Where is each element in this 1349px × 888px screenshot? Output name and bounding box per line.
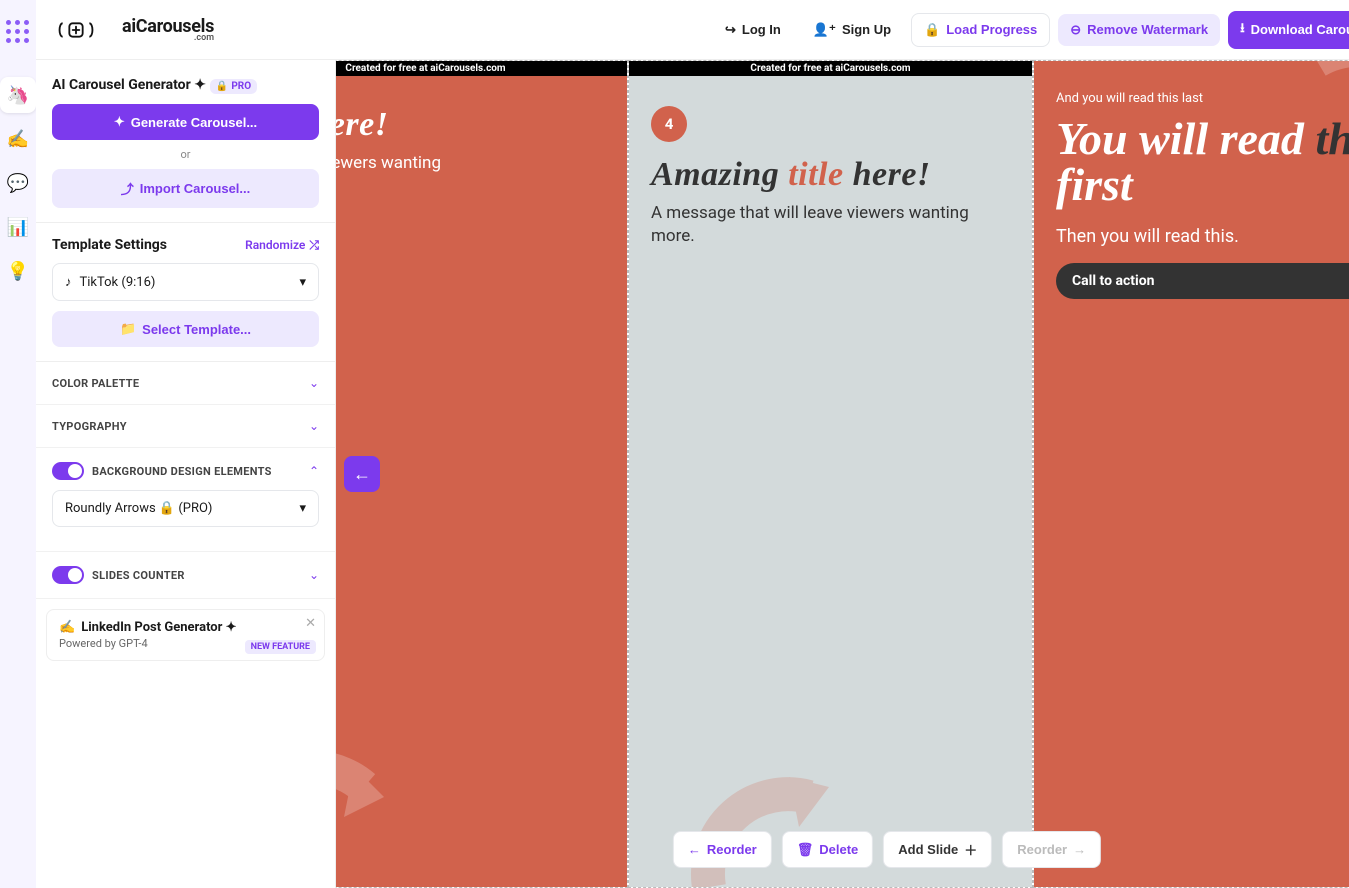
or-divider: or: [52, 148, 319, 161]
prev-slide-button[interactable]: ←: [344, 456, 380, 492]
chevron-down-icon: ⌄: [309, 568, 319, 582]
left-rail: 🦄 ✍️ 💬 📊 💡: [0, 0, 36, 888]
shuffle-icon: ⤮: [309, 238, 319, 253]
accordion-bg-elements: BACKGROUND DESIGN ELEMENTS ⌃ Roundly Arr…: [36, 448, 335, 552]
delete-slide-button[interactable]: 🗑Delete: [782, 831, 874, 868]
download-icon: ⭳: [1240, 19, 1245, 41]
rail-item-2[interactable]: 💬: [0, 165, 36, 201]
rail-item-3[interactable]: 📊: [0, 209, 36, 245]
grip-icon[interactable]: [6, 20, 30, 44]
sidebar: AI Carousel Generator ✦ 🔒PRO ✦Generate C…: [36, 60, 336, 888]
login-icon: ↪: [725, 22, 736, 38]
arrow-deco-icon: [336, 727, 414, 887]
slide-toolbar: ←Reorder 🗑Delete Add Slide＋ Reorder→: [673, 831, 1101, 868]
template-settings-title: Template Settings: [52, 237, 167, 253]
cta-button[interactable]: Call to action: [1056, 263, 1349, 299]
arrow-deco-icon: [1267, 61, 1349, 221]
reorder-left-button[interactable]: ←Reorder: [673, 831, 772, 868]
reorder-right-button[interactable]: Reorder→: [1002, 831, 1101, 868]
pro-badge: 🔒PRO: [210, 79, 257, 94]
topbar: aiCarousels .com ↪Log In 👤⁺Sign Up 🔒Load…: [36, 0, 1349, 60]
canvas: ← → Created for free at aiCarousels.com …: [336, 60, 1349, 888]
slide-title: Amazing title here!: [651, 156, 1010, 194]
remove-icon: ⊖: [1070, 22, 1081, 38]
pencil-emoji-icon: ✍️: [59, 620, 75, 635]
folder-icon: 📁: [120, 321, 136, 337]
aspect-ratio-select[interactable]: ♪ TikTok (9:16) ▾: [52, 263, 319, 301]
rail-item-0[interactable]: 🦄: [0, 77, 36, 113]
trash-icon: 🗑: [797, 842, 814, 858]
chevron-down-icon: ▾: [299, 275, 306, 290]
bg-element-value: Roundly Arrows 🔒 (PRO): [65, 501, 212, 516]
chevron-down-icon: ⌄: [309, 419, 319, 433]
arrow-right-icon: →: [1073, 842, 1086, 857]
upload-icon: ⤴: [121, 179, 134, 198]
lock-icon: 🔒: [924, 22, 940, 38]
accordion-slides-counter[interactable]: SLIDES COUNTER ⌄: [36, 552, 335, 599]
rail-item-4[interactable]: 💡: [0, 253, 36, 289]
generate-carousel-button[interactable]: ✦Generate Carousel...: [52, 104, 319, 140]
import-carousel-button[interactable]: ⤴Import Carousel...: [52, 169, 319, 208]
select-template-button[interactable]: 📁Select Template...: [52, 311, 319, 347]
close-icon[interactable]: ✕: [305, 616, 316, 631]
accordion-typography[interactable]: TYPOGRAPHY ⌄: [36, 405, 335, 448]
slide-next[interactable]: And you will read this last You will rea…: [1033, 60, 1349, 888]
login-button[interactable]: ↪Log In: [713, 14, 793, 46]
remove-watermark-button[interactable]: ⊖Remove Watermark: [1058, 14, 1220, 46]
logo[interactable]: aiCarousels .com: [56, 16, 214, 43]
ai-generator-title: AI Carousel Generator ✦: [52, 77, 206, 93]
accordion-color-palette[interactable]: COLOR PALETTE ⌄: [36, 362, 335, 405]
slide-title: title here!: [336, 106, 605, 144]
sparkle-icon: ✦: [114, 114, 125, 130]
watermark-bar: Created for free at aiCarousels.com: [629, 61, 1032, 76]
logo-mark-icon: [56, 17, 116, 43]
promo-badge: NEW FEATURE: [245, 640, 316, 654]
slide-number-badge: 4: [651, 106, 687, 142]
add-slide-button[interactable]: Add Slide＋: [883, 831, 992, 868]
signup-button[interactable]: 👤⁺Sign Up: [801, 14, 903, 46]
chevron-down-icon: ⌄: [309, 376, 319, 390]
chevron-up-icon: ⌃: [309, 464, 319, 478]
arrow-left-icon: ←: [688, 842, 701, 857]
plus-icon: ＋: [964, 840, 977, 859]
chevron-down-icon: ▾: [299, 501, 306, 516]
watermark-bar: Created for free at aiCarousels.com: [336, 61, 627, 76]
aspect-value: TikTok (9:16): [80, 275, 156, 290]
promo-card[interactable]: ✕ ✍️LinkedIn Post Generator ✦ Powered by…: [46, 609, 325, 661]
bg-elements-toggle[interactable]: [52, 462, 84, 480]
randomize-button[interactable]: Randomize ⤮: [245, 238, 319, 253]
rail-item-1[interactable]: ✍️: [0, 121, 36, 157]
slide-body-text: A message that will leave viewers wantin…: [651, 202, 1010, 248]
load-progress-button[interactable]: 🔒Load Progress: [911, 13, 1050, 47]
slide-body-text: will leave viewers wanting: [336, 152, 605, 175]
tiktok-icon: ♪: [65, 274, 72, 290]
download-carousel-button[interactable]: ⭳Download Carousel: [1228, 11, 1349, 49]
slides-counter-toggle[interactable]: [52, 566, 84, 584]
slide-subtext: Then you will read this.: [1056, 226, 1349, 247]
bg-element-select[interactable]: Roundly Arrows 🔒 (PRO) ▾: [52, 490, 319, 527]
slide-current[interactable]: Created for free at aiCarousels.com 4 Am…: [628, 60, 1033, 888]
signup-icon: 👤⁺: [813, 22, 836, 38]
lock-small-icon: 🔒: [216, 81, 228, 92]
